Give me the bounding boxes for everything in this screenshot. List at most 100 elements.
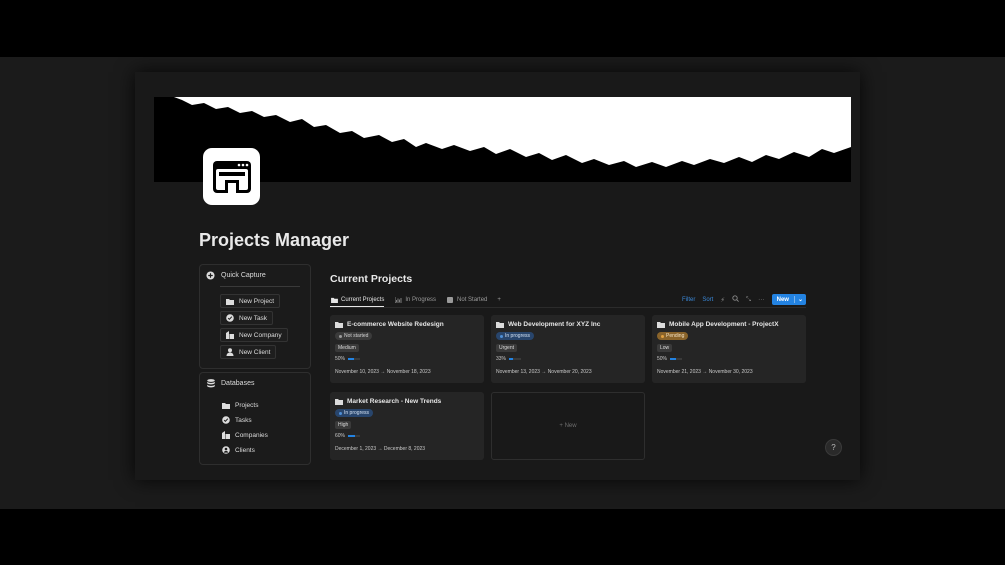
databases-header: Databases (200, 373, 310, 388)
status-text: Not started (344, 333, 369, 339)
databases-panel: Databases Projects Tasks Companies Clien… (199, 372, 311, 465)
progress-text: 60% (335, 433, 346, 439)
page-title: Projects Manager (199, 230, 350, 250)
person-circle-icon (222, 446, 230, 454)
card-title-text: Mobile App Development - ProjectX (669, 320, 779, 328)
progress-bar (670, 358, 683, 360)
status-badge: Pending (657, 332, 689, 340)
project-card[interactable]: Market Research - New Trends In progress… (330, 392, 484, 460)
database-item-label: Clients (235, 446, 255, 454)
view-title: Current Projects (330, 273, 413, 285)
new-task-label: New Task (239, 314, 268, 322)
progress-text: 33% (496, 356, 507, 362)
progress-bar (348, 435, 361, 437)
new-project-button[interactable]: New Project (220, 294, 281, 308)
person-icon (226, 348, 234, 356)
folder-icon (335, 397, 343, 405)
status-dot (661, 334, 664, 338)
status-text: In progress (505, 333, 531, 339)
building-icon (226, 331, 234, 339)
tab-current-projects[interactable]: Current Projects (330, 294, 385, 307)
search-icon[interactable] (732, 295, 739, 304)
progress: 50% (657, 356, 683, 362)
date-range: November 21, 2023 → November 30, 2023 (657, 369, 753, 375)
database-item-tasks[interactable]: Tasks (222, 416, 252, 424)
progress: 33% (496, 356, 522, 362)
new-company-button[interactable]: New Company (220, 328, 288, 342)
folder-icon (226, 297, 234, 305)
new-task-button[interactable]: New Task (220, 311, 274, 325)
card-title: Market Research - New Trends (335, 397, 441, 405)
priority-tag: High (335, 421, 352, 429)
add-view-button[interactable]: + (497, 294, 501, 306)
priority-tag: Medium (335, 344, 359, 352)
status-dot (500, 334, 503, 338)
database-item-projects[interactable]: Projects (222, 401, 258, 409)
new-button-label: New (776, 296, 789, 303)
add-card-label: + New (559, 423, 577, 429)
card-title: Mobile App Development - ProjectX (657, 320, 779, 328)
sort-button[interactable]: Sort (702, 297, 713, 303)
folder-icon (657, 320, 665, 328)
card-title: Web Development for XYZ Inc (496, 320, 600, 328)
tab-label: Current Projects (341, 297, 385, 303)
folder-icon (222, 401, 230, 409)
tab-label: In Progress (405, 297, 437, 303)
databases-title: Databases (221, 380, 255, 387)
progress-bar (509, 358, 522, 360)
chart-icon (394, 296, 402, 304)
project-card[interactable]: Mobile App Development - ProjectX Pendin… (652, 315, 806, 383)
building-icon (222, 431, 230, 439)
status-badge: In progress (496, 332, 535, 340)
lightning-icon[interactable]: ⚡︎ (720, 296, 725, 304)
project-card[interactable]: Web Development for XYZ Inc In progress … (491, 315, 645, 383)
database-item-companies[interactable]: Companies (222, 431, 268, 439)
tab-not-started[interactable]: Not Started (446, 294, 487, 306)
database-item-clients[interactable]: Clients (222, 446, 255, 454)
status-text: Pending (666, 333, 685, 339)
priority-tag: Low (657, 344, 673, 352)
quick-capture-title: Quick Capture (221, 272, 266, 279)
tab-label: Not Started (457, 297, 488, 303)
check-circle-icon (222, 416, 230, 424)
tab-in-progress[interactable]: In Progress (394, 294, 436, 306)
new-button[interactable]: New ⌄ (771, 294, 806, 305)
status-badge: In progress (335, 409, 374, 417)
progress: 60% (335, 433, 361, 439)
page-icon[interactable] (203, 148, 260, 205)
current-projects-view: Current Projects Current Projects In Pro… (330, 273, 806, 460)
add-card-button[interactable]: + New (491, 392, 645, 460)
progress-fill (348, 435, 356, 437)
new-client-label: New Client (239, 348, 271, 356)
divider (220, 286, 300, 287)
database-icon (206, 379, 215, 388)
folder-icon (330, 296, 338, 304)
priority-tag: Urgent (496, 344, 518, 352)
folder-icon (335, 320, 343, 328)
card-title-text: E-commerce Website Redesign (347, 320, 444, 328)
date-range: November 10, 2023 → November 18, 2023 (335, 369, 431, 375)
date-range: December 1, 2023 → December 8, 2023 (335, 446, 426, 452)
progress-text: 50% (657, 356, 668, 362)
progress-text: 50% (335, 356, 346, 362)
new-client-button[interactable]: New Client (220, 345, 277, 359)
chevron-down-icon[interactable]: ⌄ (793, 296, 806, 303)
database-item-label: Companies (235, 431, 268, 439)
new-project-label: New Project (239, 297, 275, 305)
view-tabs: Current Projects In Progress Not Started… (330, 294, 501, 307)
new-company-label: New Company (239, 331, 282, 339)
more-icon[interactable]: ··· (758, 296, 765, 303)
folder-app-icon (212, 160, 251, 193)
quick-capture-panel: Quick Capture New Project New Task New C… (199, 264, 311, 369)
project-card[interactable]: E-commerce Website Redesign Not started … (330, 315, 484, 383)
expand-icon[interactable]: ⤡ (746, 296, 751, 304)
status-dot (339, 334, 342, 338)
status-text: In progress (344, 410, 370, 416)
view-actions: Filter Sort ⚡︎ ⤡ ··· New ⌄ (682, 294, 806, 305)
square-icon (446, 296, 454, 304)
progress-fill (348, 358, 355, 360)
filter-button[interactable]: Filter (682, 297, 695, 303)
card-title-text: Web Development for XYZ Inc (508, 320, 601, 328)
card-title-text: Market Research - New Trends (347, 397, 442, 405)
help-button[interactable]: ? (825, 439, 842, 456)
